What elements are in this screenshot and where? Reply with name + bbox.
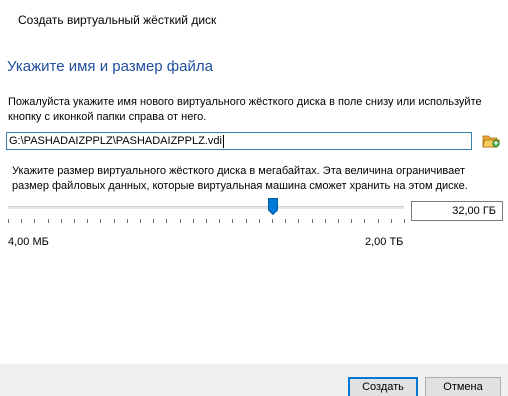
slider-tick — [219, 219, 220, 223]
slider-tick — [127, 219, 128, 223]
slider-track — [8, 206, 404, 209]
slider-tick — [272, 219, 273, 223]
location-hint-line-2: кнопку с иконкой папки справа от него. — [8, 111, 207, 123]
window-title: Создать виртуальный жёсткий диск — [18, 13, 217, 27]
slider-tick — [232, 219, 233, 223]
disk-size-input[interactable] — [411, 201, 503, 221]
slider-tick — [378, 219, 379, 223]
text-caret — [223, 135, 224, 148]
size-min-label: 4,00 МБ — [8, 236, 49, 248]
size-hint-line-2: размер файловых данных, которые виртуаль… — [12, 180, 468, 192]
slider-tick — [153, 219, 154, 223]
size-hint: Укажите размер виртуального жёсткого дис… — [12, 164, 468, 194]
slider-tick — [100, 219, 101, 223]
file-path-input[interactable] — [6, 132, 472, 150]
location-hint-line-1: Пожалуйста укажите имя нового виртуально… — [8, 96, 482, 108]
slider-tick — [21, 219, 22, 223]
create-button[interactable]: Создать — [348, 377, 418, 396]
disk-size-slider[interactable] — [6, 196, 406, 226]
cancel-button[interactable]: Отмена — [425, 377, 501, 396]
slider-tick — [193, 219, 194, 223]
slider-tick — [404, 219, 405, 223]
create-virtual-disk-dialog: Создать виртуальный жёсткий диск Укажите… — [0, 0, 508, 396]
folder-open-icon — [482, 135, 501, 148]
choose-file-location-button[interactable] — [481, 131, 501, 151]
size-max-label: 2,00 ТБ — [365, 236, 404, 248]
page-heading: Укажите имя и размер файла — [7, 58, 213, 75]
location-hint: Пожалуйста укажите имя нового виртуально… — [8, 95, 482, 125]
slider-tick — [285, 219, 286, 223]
slider-tick — [74, 219, 75, 223]
slider-tick — [114, 219, 115, 223]
slider-tick — [364, 219, 365, 223]
slider-tick — [259, 219, 260, 223]
slider-tick — [391, 219, 392, 223]
slider-tick — [246, 219, 247, 223]
title-bar: Создать виртуальный жёсткий диск — [0, 0, 508, 40]
slider-tick — [338, 219, 339, 223]
size-hint-line-1: Укажите размер виртуального жёсткого дис… — [12, 165, 466, 177]
slider-tick — [351, 219, 352, 223]
slider-tick — [48, 219, 49, 223]
slider-tick — [8, 219, 9, 223]
slider-tick — [87, 219, 88, 223]
slider-tick — [312, 219, 313, 223]
slider-tick — [61, 219, 62, 223]
slider-tick — [180, 219, 181, 223]
slider-tick — [206, 219, 207, 223]
slider-tick — [34, 219, 35, 223]
slider-thumb-icon[interactable] — [268, 198, 278, 215]
slider-tick — [140, 219, 141, 223]
slider-tick — [298, 219, 299, 223]
slider-tick — [325, 219, 326, 223]
slider-tick — [166, 219, 167, 223]
